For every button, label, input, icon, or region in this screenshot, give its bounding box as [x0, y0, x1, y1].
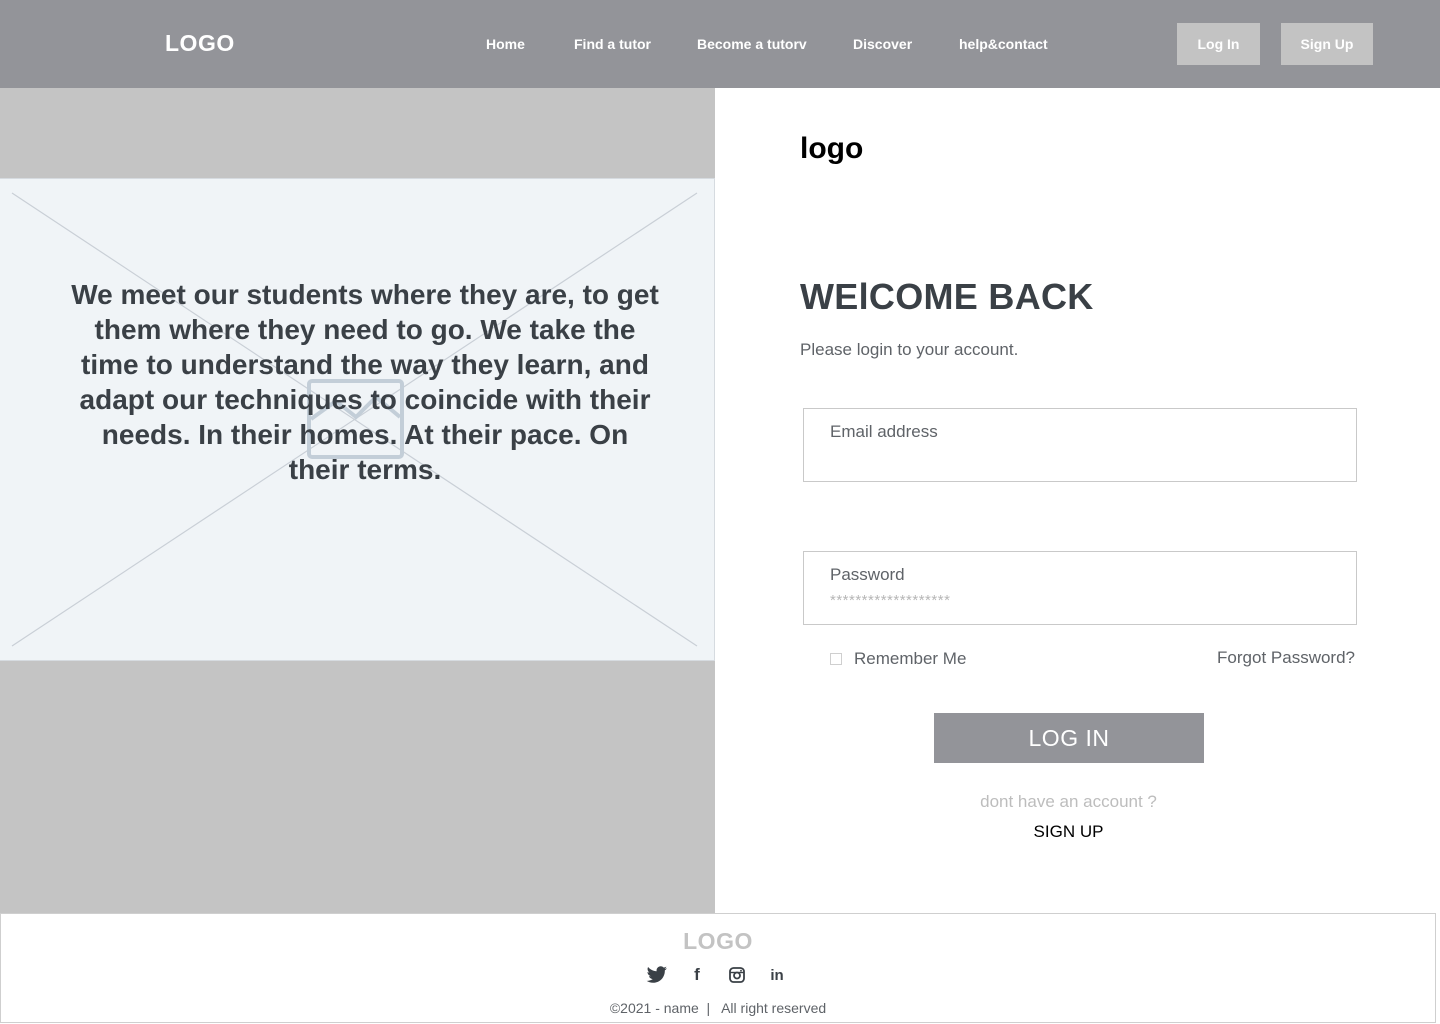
footer: LOGO f in ©2021 - name | All right reser… — [0, 913, 1436, 1023]
instagram-icon[interactable] — [725, 964, 749, 986]
login-title: WElCOME BACK — [800, 276, 1094, 317]
email-field[interactable]: Email address — [803, 408, 1357, 482]
signup-link[interactable]: SIGN UP — [715, 822, 1422, 842]
footer-logo: LOGO — [683, 928, 753, 954]
no-account-text: dont have an account ? — [980, 792, 1157, 811]
password-label: Password — [830, 565, 905, 584]
nav-home[interactable]: Home — [486, 36, 525, 52]
remember-me-toggle[interactable]: Remember Me — [830, 649, 966, 669]
twitter-icon[interactable] — [645, 964, 669, 986]
nav-become-a-tutor[interactable]: Become a tutorv — [697, 36, 807, 52]
login-subtitle: Please login to your account. — [800, 340, 1019, 359]
password-input[interactable]: ******************* — [830, 592, 1330, 609]
nav-help-contact[interactable]: help&contact — [959, 36, 1048, 52]
hero-tagline: We meet our students where they are, to … — [71, 279, 659, 485]
header-login-button[interactable]: Log In — [1177, 23, 1260, 65]
password-field[interactable]: Password ******************* — [803, 551, 1357, 625]
remember-me-label: Remember Me — [854, 649, 967, 668]
linkedin-icon[interactable]: in — [765, 964, 789, 986]
login-panel: logo WElCOME BACK Please login to your a… — [715, 88, 1440, 913]
header-signup-button[interactable]: Sign Up — [1281, 23, 1373, 65]
nav-find-a-tutor[interactable]: Find a tutor — [574, 36, 651, 52]
brand-logo[interactable]: LOGO — [165, 30, 235, 57]
copyright-text: ©2021 - name | All right reserved — [609, 1000, 827, 1016]
hero-image-placeholder: We meet our students where they are, to … — [0, 178, 715, 661]
email-input[interactable] — [830, 449, 1330, 466]
login-submit-button[interactable]: LOG IN — [934, 713, 1204, 763]
login-logo: logo — [800, 132, 864, 165]
hero-panel: We meet our students where they are, to … — [0, 88, 715, 913]
email-label: Email address — [830, 422, 938, 441]
remember-me-checkbox[interactable] — [830, 653, 842, 665]
top-navbar: LOGO Home Find a tutor Become a tutorv D… — [0, 0, 1440, 88]
forgot-password-link[interactable]: Forgot Password? — [1217, 648, 1355, 668]
facebook-icon[interactable]: f — [685, 964, 709, 986]
nav-discover[interactable]: Discover — [853, 36, 912, 52]
